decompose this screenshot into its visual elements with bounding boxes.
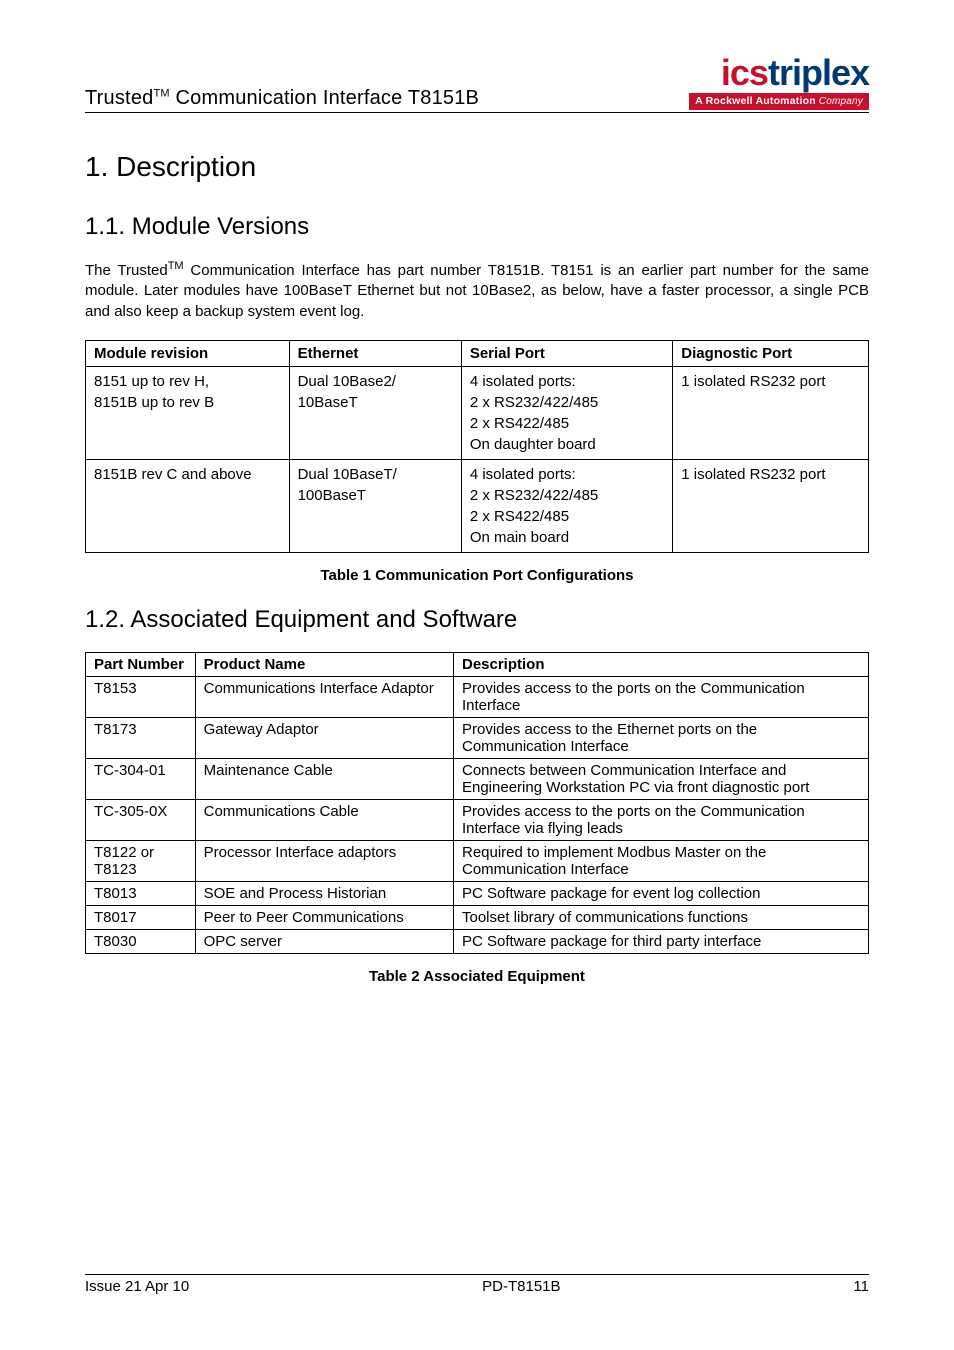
t2-r2c2: Connects between Communication Interface… <box>453 758 868 799</box>
page-footer: Issue 21 Apr 10 PD-T8151B 11 <box>85 1274 869 1295</box>
t2-r7c0: T8030 <box>86 929 196 953</box>
subsection-heading-2: 1.2. Associated Equipment and Software <box>85 606 869 634</box>
t2-r6c0: T8017 <box>86 905 196 929</box>
intro-paragraph: The TrustedTM Communication Interface ha… <box>85 259 869 322</box>
table-row: T8153 Communications Interface Adaptor P… <box>86 676 869 717</box>
para1-pre: The Trusted <box>85 262 168 279</box>
t1-r1c0-0: 8151B rev C and above <box>94 464 281 485</box>
t1-r1c2-1: 2 x RS232/422/485 <box>470 485 664 506</box>
t1-r0c0-0: 8151 up to rev H, <box>94 371 281 392</box>
logo-trip: triplex <box>768 52 869 93</box>
t2-r4c1: Processor Interface adaptors <box>195 840 453 881</box>
footer-left: Issue 21 Apr 10 <box>85 1278 189 1295</box>
t2-h1: Product Name <box>195 652 453 676</box>
table-row: T8017 Peer to Peer Communications Toolse… <box>86 905 869 929</box>
logo-ics: ics <box>721 52 768 93</box>
table-1: Module revision Ethernet Serial Port Dia… <box>85 340 869 553</box>
t1-r0c1-0: Dual 10Base2/ <box>298 371 453 392</box>
t2-r0c2: Provides access to the ports on the Comm… <box>453 676 868 717</box>
table-row: T8122 or T8123 Processor Interface adapt… <box>86 840 869 881</box>
t1-r0c0-1: 8151B up to rev B <box>94 392 281 413</box>
t2-r5c0: T8013 <box>86 881 196 905</box>
table-row: 8151 up to rev H, 8151B up to rev B Dual… <box>86 366 869 459</box>
table-1-caption: Table 1 Communication Port Configuration… <box>85 567 869 584</box>
footer-right: 11 <box>853 1278 869 1295</box>
t1-h3: Diagnostic Port <box>673 340 869 366</box>
t2-r2c1: Maintenance Cable <box>195 758 453 799</box>
table-row: Part Number Product Name Description <box>86 652 869 676</box>
t2-r3c0: TC-305-0X <box>86 799 196 840</box>
footer-center: PD-T8151B <box>482 1278 560 1295</box>
t1-h1: Ethernet <box>289 340 461 366</box>
t2-r5c2: PC Software package for event log collec… <box>453 881 868 905</box>
t2-r1c2: Provides access to the Ethernet ports on… <box>453 717 868 758</box>
t1-r0c3-0: 1 isolated RS232 port <box>681 371 860 392</box>
t2-r6c2: Toolset library of communications functi… <box>453 905 868 929</box>
table-row: T8030 OPC server PC Software package for… <box>86 929 869 953</box>
t2-r0c1: Communications Interface Adaptor <box>195 676 453 717</box>
para1-post: Communication Interface has part number … <box>85 262 869 320</box>
t1-r0c2-3: On daughter board <box>470 434 664 455</box>
t1-r0c1-1: 10BaseT <box>298 392 453 413</box>
header-title-suffix: Communication Interface T8151B <box>170 87 479 109</box>
table-2-caption: Table 2 Associated Equipment <box>85 968 869 985</box>
t2-r4c2: Required to implement Modbus Master on t… <box>453 840 868 881</box>
t1-r0c2-2: 2 x RS422/485 <box>470 413 664 434</box>
table-row: Module revision Ethernet Serial Port Dia… <box>86 340 869 366</box>
t2-r3c1: Communications Cable <box>195 799 453 840</box>
t1-r1c1-0: Dual 10BaseT/ <box>298 464 453 485</box>
brand-logo: icstriplex A Rockwell Automation Company <box>689 55 869 110</box>
t2-r1c1: Gateway Adaptor <box>195 717 453 758</box>
header-title-prefix: Trusted <box>85 87 153 109</box>
logo-sub-strong: A Rockwell Automation <box>695 95 816 107</box>
t2-r5c1: SOE and Process Historian <box>195 881 453 905</box>
table-row: 8151B rev C and above Dual 10BaseT/ 100B… <box>86 459 869 552</box>
t1-r0c2-0: 4 isolated ports: <box>470 371 664 392</box>
t2-r1c0: T8173 <box>86 717 196 758</box>
t2-r4c0: T8122 or T8123 <box>86 840 196 881</box>
t1-r1c2-2: 2 x RS422/485 <box>470 506 664 527</box>
page-header: TrustedTM Communication Interface T8151B… <box>85 55 869 113</box>
t2-r7c2: PC Software package for third party inte… <box>453 929 868 953</box>
t2-r2c0: TC-304-01 <box>86 758 196 799</box>
t2-h0: Part Number <box>86 652 196 676</box>
table-2: Part Number Product Name Description T81… <box>85 652 869 954</box>
t1-r1c2-0: 4 isolated ports: <box>470 464 664 485</box>
t2-h2: Description <box>453 652 868 676</box>
t1-h2: Serial Port <box>461 340 672 366</box>
t2-r7c1: OPC server <box>195 929 453 953</box>
section-heading: 1. Description <box>85 151 869 183</box>
t1-h0: Module revision <box>86 340 290 366</box>
table-row: TC-304-01 Maintenance Cable Connects bet… <box>86 758 869 799</box>
subsection-heading-1: 1.1. Module Versions <box>85 213 869 241</box>
header-title-sup: TM <box>153 87 169 99</box>
t1-r1c1-1: 100BaseT <box>298 485 453 506</box>
t1-r1c3-0: 1 isolated RS232 port <box>681 464 860 485</box>
logo-sub-light: Company <box>816 96 863 107</box>
t1-r0c2-1: 2 x RS232/422/485 <box>470 392 664 413</box>
header-title: TrustedTM Communication Interface T8151B <box>85 87 479 110</box>
table-row: TC-305-0X Communications Cable Provides … <box>86 799 869 840</box>
table-row: T8013 SOE and Process Historian PC Softw… <box>86 881 869 905</box>
table-row: T8173 Gateway Adaptor Provides access to… <box>86 717 869 758</box>
para1-sup: TM <box>168 260 184 272</box>
t2-r3c2: Provides access to the ports on the Comm… <box>453 799 868 840</box>
t2-r0c0: T8153 <box>86 676 196 717</box>
t1-r1c2-3: On main board <box>470 527 664 548</box>
t2-r6c1: Peer to Peer Communications <box>195 905 453 929</box>
